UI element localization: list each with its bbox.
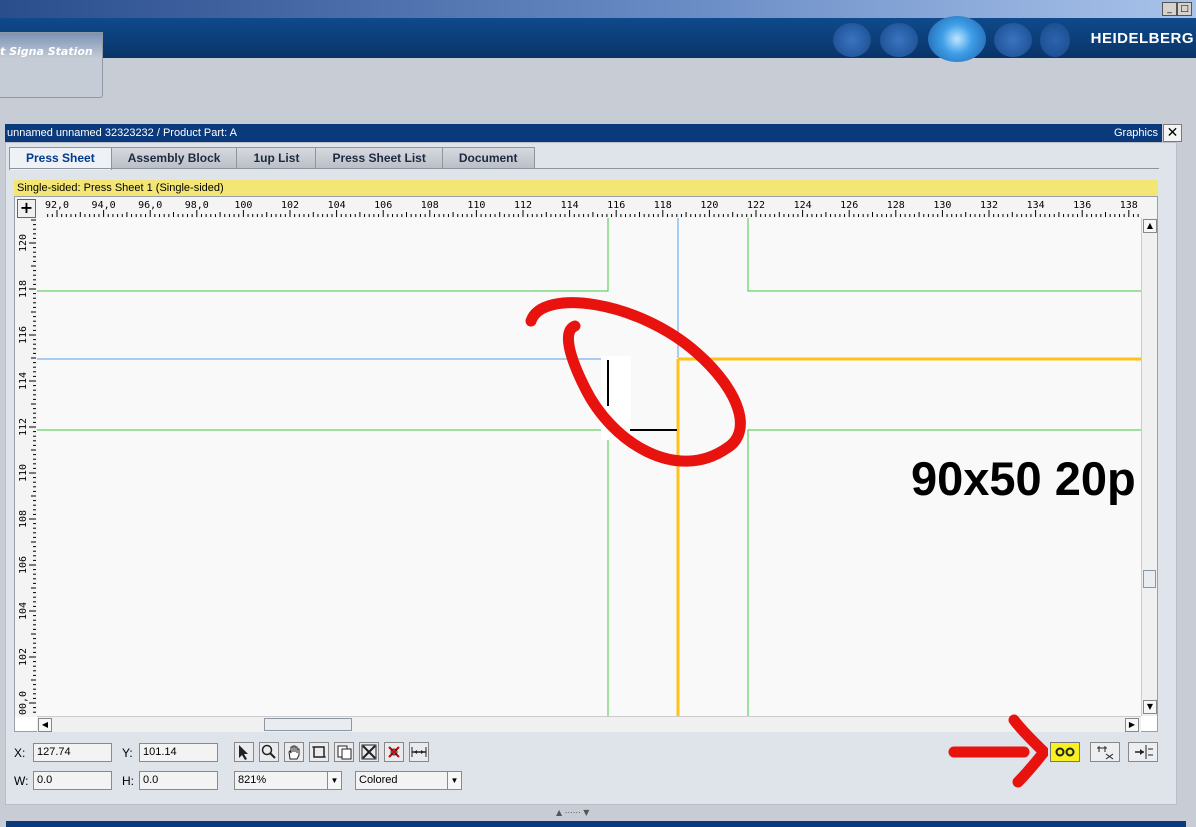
y-coordinate-field[interactable]: 101.14 [139,743,218,762]
x-coordinate-field[interactable]: 127.74 [33,743,112,762]
panel-close-button[interactable]: ✕ [1163,124,1182,142]
app-name-tab[interactable]: t Signa Station [0,32,103,98]
h-label: H: [122,774,134,788]
select-arrow-icon[interactable] [234,742,254,762]
nav-orb-3[interactable] [994,23,1032,57]
red-arrow-annotation [948,714,1048,788]
align-button[interactable] [1128,742,1158,762]
app-name-label: t Signa Station [0,45,93,58]
color-mode-value: Colored [359,774,398,786]
minimize-button[interactable]: _ [1162,2,1177,16]
vertical-scrollbar[interactable]: ▲ ▼ [1141,218,1157,716]
tab-document[interactable]: Document [441,147,535,169]
panel-title: unnamed unnamed 32323232 / Product Part:… [7,127,237,139]
copy-page-icon[interactable] [334,742,354,762]
step-repeat-icon [1097,746,1114,760]
nav-orb-1[interactable] [833,23,871,57]
scroll-right-button[interactable]: ▶ [1125,718,1139,732]
product-label-text: 90x50 20p [911,452,1136,505]
scroll-up-button[interactable]: ▲ [1143,219,1157,233]
next-panel-strip [6,821,1186,827]
color-mode-select[interactable]: Colored ▼ [355,771,462,790]
tab-assembly-block[interactable]: Assembly Block [110,147,238,169]
tab-press-sheet[interactable]: Press Sheet [9,147,112,170]
tab-press-sheet-list[interactable]: Press Sheet List [315,147,443,169]
panel-title-bar: unnamed unnamed 32323232 / Product Part:… [5,124,1162,142]
hand-pan-icon[interactable] [284,742,304,762]
step-repeat-button[interactable] [1090,742,1120,762]
trim-line-bottom-left [37,429,609,716]
delete-mark-icon[interactable] [384,742,404,762]
scroll-down-button[interactable]: ▼ [1143,700,1157,714]
fit-icon[interactable] [359,742,379,762]
sheet-info-bar: Single-sided: Press Sheet 1 (Single-side… [14,180,1158,196]
w-label: W: [14,774,29,788]
chevron-down-icon: ▼ [327,772,341,789]
ruler-origin-button[interactable]: + [17,199,36,218]
trim-line-top-right [747,218,1141,292]
tab-1up-list[interactable]: 1up List [236,147,317,169]
zoom-icon[interactable] [259,742,279,762]
panel-mode-label: Graphics [1113,127,1158,139]
height-field[interactable]: 0.0 [139,771,218,790]
vertical-scroll-thumb[interactable] [1143,570,1156,588]
horizontal-scroll-thumb[interactable] [264,718,352,731]
tab-divider [9,168,1159,169]
trim-line-top-left [37,218,609,292]
chevron-down-icon: ▼ [447,772,461,789]
scroll-left-button[interactable]: ◀ [38,718,52,732]
y-label: Y: [122,746,133,760]
measure-icon[interactable] [409,742,429,762]
maximize-button[interactable]: □ [1177,2,1192,16]
app-header [0,16,1196,62]
zoom-value: 821% [238,774,267,786]
width-field[interactable]: 0.0 [33,771,112,790]
align-icon [1135,745,1153,759]
panel-resize-grip[interactable]: ▲ ⋯⋯ ▼ [556,808,589,817]
settings-gears-icon [1055,747,1075,757]
red-circle-annotation [525,297,746,467]
crop-icon[interactable] [309,742,329,762]
nav-orb-2[interactable] [880,23,918,57]
nav-orb-4[interactable] [1040,23,1070,57]
nav-orb-main[interactable] [928,16,986,62]
settings-gears-button[interactable] [1050,742,1080,762]
zoom-select[interactable]: 821% ▼ [234,771,342,790]
tab-bar: Press Sheet Assembly Block 1up List Pres… [9,147,535,170]
heidelberg-logo: HEIDELBERG [1090,30,1194,47]
os-title-bar: _ □ [0,0,1196,18]
x-label: X: [14,746,26,760]
